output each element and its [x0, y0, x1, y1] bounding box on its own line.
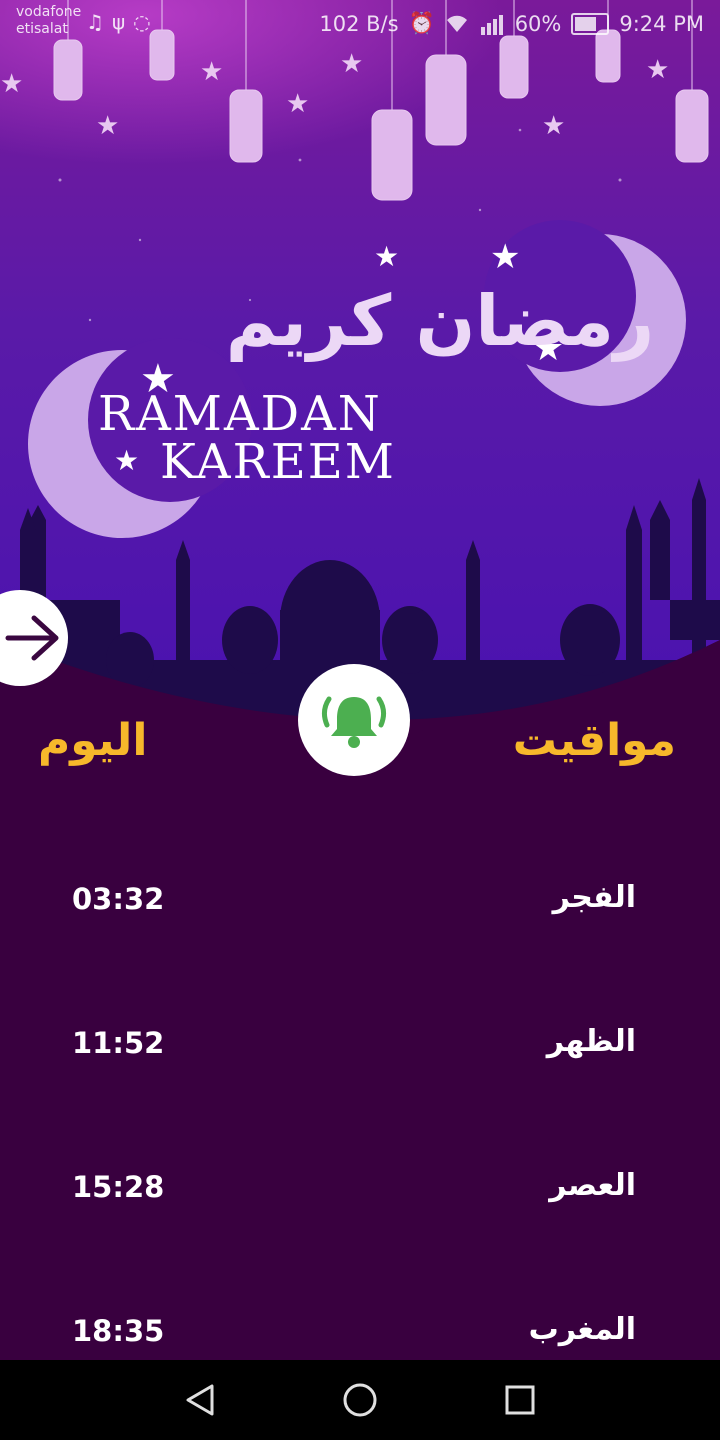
- ramadan-banner: ★★★ ★★★ ★ ★ ★ ★ ★ ★ رمضان كريم RAMADAN K…: [0, 0, 720, 720]
- system-nav-bar: [0, 1360, 720, 1440]
- back-icon: [186, 1384, 214, 1416]
- carrier-2: etisalat: [16, 21, 68, 37]
- bell-ringing-icon: [321, 696, 387, 748]
- clock: 9:24 PM: [619, 11, 704, 36]
- svg-text:★: ★: [96, 111, 119, 141]
- battery-percent: 60%: [514, 11, 562, 36]
- carrier-info: vodafone etisalat: [16, 4, 81, 38]
- prayer-name: العصر: [549, 1168, 636, 1203]
- svg-text:★: ★: [0, 69, 23, 99]
- network-speed: 102 B/s: [319, 11, 399, 36]
- prayer-row: العصر 15:28: [0, 1168, 720, 1228]
- svg-text:★: ★: [200, 57, 223, 87]
- signal-icon: [480, 14, 503, 35]
- svg-text:★: ★: [542, 111, 565, 141]
- header-title-right: مواقيت: [512, 715, 676, 766]
- alarm-icon: ⏰: [408, 11, 435, 35]
- recents-icon: [505, 1385, 535, 1415]
- header-title-left: اليوم: [38, 715, 148, 766]
- carrier-1: vodafone: [16, 4, 82, 20]
- svg-text:★: ★: [646, 55, 669, 85]
- banner-latin-line-2: KAREEM: [160, 434, 396, 490]
- prayer-time: 15:28: [72, 1170, 165, 1204]
- status-right: 102 B/s ⏰ 60% 9:24 PM: [319, 11, 704, 36]
- alarm-toggle-button[interactable]: [298, 664, 410, 776]
- prayer-name: المغرب: [528, 1312, 636, 1347]
- arrow-right-icon: [5, 615, 59, 661]
- prayer-time: 03:32: [72, 882, 165, 916]
- banner-arabic-title: رمضان كريم: [226, 280, 654, 362]
- back-button[interactable]: [180, 1380, 220, 1420]
- home-button[interactable]: [340, 1380, 380, 1420]
- prayer-name: الفجر: [552, 880, 636, 915]
- svg-text:★: ★: [340, 49, 363, 79]
- prayer-name: الظهر: [546, 1024, 636, 1059]
- music-icon: ♫: [86, 10, 112, 34]
- wifi-icon: [446, 15, 467, 32]
- prayer-row: الظهر 11:52: [0, 1024, 720, 1084]
- prayer-time: 11:52: [72, 1026, 165, 1060]
- svg-text:★: ★: [286, 89, 309, 119]
- whatsapp-icon: ◌: [133, 10, 159, 34]
- svg-text:★: ★: [490, 237, 520, 277]
- svg-text:★: ★: [374, 240, 399, 273]
- prayer-row: الفجر 03:32: [0, 880, 720, 940]
- status-bar: vodafone etisalat ♫ψ◌ 102 B/s ⏰ 60% 9:24…: [0, 0, 720, 48]
- recents-button[interactable]: [500, 1380, 540, 1420]
- usb-icon: ψ: [111, 10, 134, 34]
- battery-icon: [571, 12, 610, 35]
- home-icon: [343, 1383, 377, 1417]
- prayer-time: 18:35: [72, 1314, 165, 1348]
- notification-icons: ♫ψ◌: [86, 10, 159, 34]
- svg-text:★: ★: [114, 444, 139, 477]
